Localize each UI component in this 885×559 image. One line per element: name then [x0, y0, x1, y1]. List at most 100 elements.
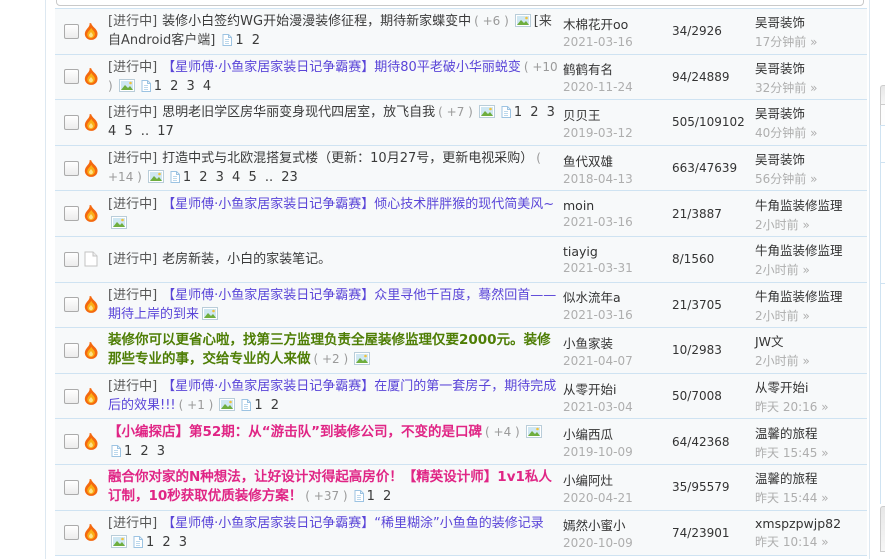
last-reply-user[interactable]: 温馨的旅程 [755, 468, 867, 487]
author-name[interactable]: 小鱼家装 [563, 333, 667, 352]
last-reply-time[interactable]: 2小时前 » [755, 261, 867, 278]
thread-title[interactable]: 【小编探店】第52期：从“游击队”到装修公司，不变的是口碑 [108, 424, 482, 440]
goto-last-reply-icon[interactable]: » [810, 81, 817, 95]
thread-checkbox[interactable] [64, 161, 79, 176]
thread-title[interactable]: 【星师傅·小鱼家居家装日记争霸赛】众里寻他千百度，蓦然回首——期待上岸的到来 [108, 288, 556, 322]
thread-title[interactable]: 【星师傅·小鱼家居家装日记争霸赛】在厦门的第一套房子，期待完成后的效果!!! [108, 379, 556, 413]
author-name[interactable]: 从零开始i [563, 379, 667, 398]
last-reply-time-text[interactable]: 2小时前 [755, 354, 799, 368]
last-reply-time-text[interactable]: 昨天 15:44 [755, 491, 817, 505]
last-reply-time-text[interactable]: 2小时前 [755, 218, 799, 232]
last-reply-time[interactable]: 17分钟前 » [755, 33, 867, 50]
author-cell: 似水流年a 2021-03-16 [558, 283, 667, 328]
page-links[interactable]: 1 2 3 [146, 535, 187, 550]
last-reply-time-text[interactable]: 40分钟前 [755, 126, 806, 140]
author-name[interactable]: 贝贝王 [563, 105, 667, 124]
last-reply-time-text[interactable]: 昨天 15:45 [755, 446, 817, 460]
icon-cell [84, 191, 108, 236]
last-reply-time-text[interactable]: 昨天 20:16 [755, 400, 817, 414]
author-name[interactable]: moin [563, 198, 667, 213]
last-reply-time-text[interactable]: 56分钟前 [755, 172, 806, 186]
goto-last-reply-icon[interactable]: » [802, 263, 809, 277]
thread-title[interactable]: 老房新装，小白的家装笔记。 [162, 252, 331, 267]
page-links[interactable]: 1 2 [367, 489, 392, 504]
thread-checkbox[interactable] [64, 389, 79, 404]
last-reply-time[interactable]: 56分钟前 » [755, 170, 867, 187]
thread-checkbox[interactable] [64, 525, 79, 540]
thread-checkbox[interactable] [64, 24, 79, 39]
icon-cell [84, 328, 108, 373]
page-links[interactable]: 1 2 3 [124, 444, 165, 459]
goto-last-reply-icon[interactable]: » [810, 126, 817, 140]
last-reply-user[interactable]: 牛角监装修监理 [755, 195, 867, 214]
last-reply-time-text[interactable]: 昨天 10:14 [755, 535, 817, 549]
goto-last-reply-icon[interactable]: » [821, 535, 828, 549]
sidebar-box-header [880, 506, 885, 552]
last-reply-user[interactable]: 吴哥装饰 [755, 103, 867, 122]
last-reply-user[interactable]: 温馨的旅程 [755, 423, 867, 442]
thread-title[interactable]: 【星师傅·小鱼家居家装日记争霸赛】期待80平老破小华丽蜕变 [162, 60, 521, 75]
thread-score: ( +7 ) [438, 105, 473, 119]
last-reply-time[interactable]: 昨天 15:44 » [755, 489, 867, 506]
thread-title[interactable]: 【星师傅·小鱼家居家装日记争霸赛】倾心技术胖胖猴的现代简美风~ [162, 197, 554, 212]
goto-last-reply-icon[interactable]: » [802, 218, 809, 232]
page-links[interactable]: 1 2 3 4 5 .. 23 [183, 170, 298, 185]
thread-title[interactable]: 思明老旧学区房华丽变身现代四居室，放飞自我 [162, 105, 435, 120]
goto-last-reply-icon[interactable]: » [821, 446, 828, 460]
goto-last-reply-icon[interactable]: » [802, 354, 809, 368]
thread-checkbox[interactable] [64, 206, 79, 221]
goto-last-reply-icon[interactable]: » [810, 35, 817, 49]
author-name[interactable]: 小编阿灶 [563, 470, 667, 489]
last-reply-time[interactable]: 40分钟前 » [755, 124, 867, 141]
thread-title[interactable]: 装修小白签约WG开始漫漫装修征程，期待新家蝶变中 [162, 14, 471, 29]
author-name[interactable]: 鹤鹤有名 [563, 59, 667, 78]
last-reply-time[interactable]: 2小时前 » [755, 216, 867, 233]
last-reply-user[interactable]: 牛角监装修监理 [755, 286, 867, 305]
last-reply-user[interactable]: xmspzpwjp82 [755, 516, 867, 531]
last-reply-time-text[interactable]: 17分钟前 [755, 35, 806, 49]
author-name[interactable]: 似水流年a [563, 287, 667, 306]
thread-checkbox[interactable] [64, 297, 79, 312]
thread-title[interactable]: 【星师傅·小鱼家居家装日记争霸赛】“稀里糊涂”小鱼鱼的装修记录 [162, 516, 544, 531]
last-reply-time[interactable]: 昨天 15:45 » [755, 444, 867, 461]
last-reply-time[interactable]: 2小时前 » [755, 352, 867, 369]
last-reply-user[interactable]: 吴哥装饰 [755, 58, 867, 77]
thread-checkbox[interactable] [64, 480, 79, 495]
thread-checkbox[interactable] [64, 252, 79, 267]
goto-last-reply-icon[interactable]: » [821, 400, 828, 414]
thread-checkbox[interactable] [64, 434, 79, 449]
last-reply-user[interactable]: 吴哥装饰 [755, 149, 867, 168]
last-reply-time[interactable]: 昨天 10:14 » [755, 533, 867, 550]
goto-last-reply-icon[interactable]: » [821, 491, 828, 505]
thread-checkbox[interactable] [64, 343, 79, 358]
thread-checkbox[interactable] [64, 115, 79, 130]
author-name[interactable]: 木棉花开oo [563, 14, 667, 33]
author-name[interactable]: 小编西瓜 [563, 424, 667, 443]
pagination-icon [501, 106, 511, 118]
page-links[interactable]: 1 2 3 4 [154, 79, 211, 94]
last-reply-time[interactable]: 2小时前 » [755, 307, 867, 324]
author-name[interactable]: 鱼代双雄 [563, 151, 667, 170]
flame-icon [84, 205, 99, 222]
last-reply-user[interactable]: JW文 [755, 331, 867, 350]
flame-icon [84, 342, 99, 359]
page-links[interactable]: 1 2 [235, 33, 260, 48]
last-reply-user[interactable]: 牛角监装修监理 [755, 240, 867, 259]
author-name[interactable]: tiayig [563, 244, 667, 259]
goto-last-reply-icon[interactable]: » [810, 172, 817, 186]
sidebar-box [880, 125, 885, 163]
goto-last-reply-icon[interactable]: » [802, 309, 809, 323]
last-reply-user[interactable]: 从零开始i [755, 377, 867, 396]
author-name[interactable]: 嫣然小蜜小 [563, 515, 667, 534]
last-reply-time-text[interactable]: 32分钟前 [755, 81, 806, 95]
last-reply-time-text[interactable]: 2小时前 [755, 263, 799, 277]
page-links[interactable]: 1 2 [254, 398, 279, 413]
thread-title[interactable]: 打造中式与北欧混搭复式楼（更新：10月27号，更新电视采购） [162, 151, 533, 166]
pagination-icon [241, 399, 251, 411]
last-reply-time-text[interactable]: 2小时前 [755, 309, 799, 323]
last-reply-user[interactable]: 吴哥装饰 [755, 12, 867, 31]
last-reply-time[interactable]: 32分钟前 » [755, 79, 867, 96]
last-reply-time[interactable]: 昨天 20:16 » [755, 398, 867, 415]
thread-checkbox[interactable] [64, 69, 79, 84]
post-date: 2018-04-13 [563, 172, 667, 186]
